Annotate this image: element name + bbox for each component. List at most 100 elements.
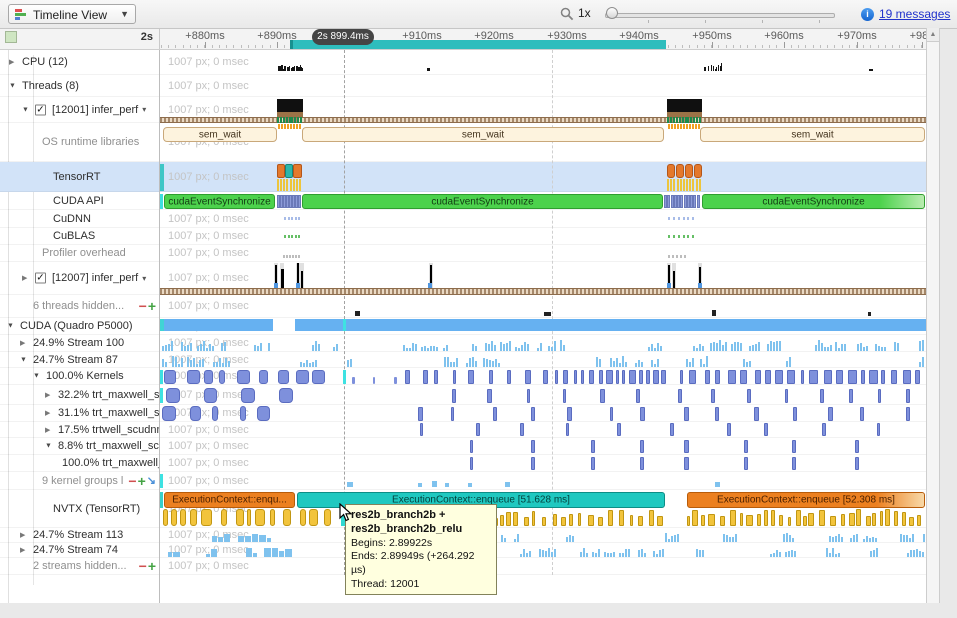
stream-activity-bar[interactable]: [826, 548, 828, 557]
stream-activity-bar[interactable]: [563, 345, 565, 351]
stream-activity-bar[interactable]: [415, 344, 417, 351]
stream-activity-bar[interactable]: [193, 358, 195, 367]
sidebar-item-t12001[interactable]: ▼✓[12001] infer_perf▾: [0, 97, 159, 122]
tick-mark[interactable]: [281, 124, 283, 129]
stream-activity-bar[interactable]: [838, 553, 840, 557]
stream-activity-bar[interactable]: [548, 346, 550, 351]
stream-activity-bar[interactable]: [723, 534, 725, 542]
stream-activity-bar[interactable]: [475, 361, 477, 367]
kernel-event-bar[interactable]: [190, 406, 200, 421]
stream-activity-bar[interactable]: [897, 343, 899, 351]
sidebar-item-profiler[interactable]: Profiler overhead: [0, 245, 159, 261]
kernel-event-bar[interactable]: [270, 509, 275, 526]
stream-activity-bar[interactable]: [725, 342, 727, 351]
stream-activity-bar[interactable]: [913, 550, 915, 557]
kernel-event-bar[interactable]: [744, 440, 748, 453]
tick-mark[interactable]: [296, 179, 298, 191]
stream-activity-bar[interactable]: [674, 535, 676, 542]
kernel-event-bar[interactable]: [903, 370, 910, 384]
tick-mark[interactable]: [690, 117, 692, 123]
stream-activity-bar[interactable]: [520, 554, 522, 557]
stream-activity-bar[interactable]: [545, 551, 547, 557]
stream-activity-bar[interactable]: [318, 344, 320, 351]
kernel-event-bar[interactable]: [640, 407, 645, 421]
stream-activity-bar[interactable]: [729, 537, 731, 542]
stream-activity-bar[interactable]: [648, 347, 650, 351]
tick-mark[interactable]: [298, 255, 300, 258]
stream-activity-bar[interactable]: [789, 357, 791, 367]
stream-activity-bar[interactable]: [175, 357, 177, 367]
stream-activity-bar[interactable]: [268, 343, 270, 351]
stream-activity-bar[interactable]: [580, 552, 582, 557]
remove-icon[interactable]: −: [139, 561, 147, 571]
stream-activity-bar[interactable]: [312, 362, 314, 367]
kernel-event-bar[interactable]: [221, 509, 227, 526]
stream-activity-bar[interactable]: [430, 346, 432, 351]
kernel-event-bar[interactable]: [500, 515, 503, 526]
stream-activity-bar[interactable]: [595, 553, 597, 557]
stream-activity-bar[interactable]: [863, 347, 865, 351]
stream-activity-bar[interactable]: [785, 552, 787, 557]
row-options-caret-icon[interactable]: ▾: [142, 105, 146, 114]
kernel-event-bar[interactable]: [489, 370, 493, 384]
kernel-event-bar[interactable]: [849, 513, 854, 526]
stream-activity-bar[interactable]: [409, 348, 411, 351]
stream-activity-bar[interactable]: [657, 343, 659, 351]
stream-activity-bar[interactable]: [162, 346, 164, 351]
stream-activity-bar[interactable]: [773, 342, 775, 351]
kernel-event-bar[interactable]: [476, 423, 481, 436]
tick-mark[interactable]: [296, 124, 298, 129]
sidebar-item-cudnn[interactable]: CuDNN: [0, 210, 159, 227]
kernel-event-bar[interactable]: [610, 407, 614, 421]
stream-activity-bar[interactable]: [162, 359, 164, 367]
kernel-event-bar[interactable]: [237, 370, 251, 384]
kernel-event-bar[interactable]: [283, 509, 291, 526]
add-icon[interactable]: +: [148, 561, 156, 571]
stream-activity-bar[interactable]: [671, 536, 673, 542]
kernel-event-bar[interactable]: [841, 514, 845, 526]
stream-activity-bar[interactable]: [456, 358, 458, 367]
tick-mark[interactable]: [290, 179, 292, 191]
stream-activity-bar[interactable]: [569, 535, 571, 542]
kernel-event-bar[interactable]: [653, 370, 660, 384]
kernel-event-bar[interactable]: [324, 509, 331, 526]
kernel-event-bar[interactable]: [520, 423, 524, 436]
tick-mark[interactable]: [692, 179, 694, 191]
tick-mark[interactable]: [277, 117, 279, 123]
stream-activity-bar[interactable]: [213, 362, 215, 367]
stream-activity-bar[interactable]: [641, 549, 643, 557]
stream-activity-bar[interactable]: [869, 538, 871, 542]
stream-activity-bar[interactable]: [788, 551, 790, 557]
tick-mark[interactable]: [695, 124, 697, 129]
tick-mark[interactable]: [676, 255, 678, 258]
stream-activity-bar[interactable]: [165, 362, 167, 367]
stream-activity-bar[interactable]: [218, 537, 224, 542]
kernel-event-bar[interactable]: [451, 407, 454, 421]
kernel-event-bar[interactable]: [493, 407, 497, 421]
kernel-event-bar[interactable]: [219, 370, 225, 384]
stream-activity-bar[interactable]: [447, 357, 449, 367]
kernel-event-bar[interactable]: [754, 407, 758, 421]
kernel-event-bar[interactable]: [629, 370, 636, 384]
kernel-event-bar[interactable]: [563, 370, 568, 384]
kernel-event-bar[interactable]: [616, 370, 619, 384]
kernel-event-bar[interactable]: [779, 515, 783, 526]
stream-activity-bar[interactable]: [222, 363, 224, 367]
stream-activity-bar[interactable]: [554, 549, 556, 557]
stream-activity-bar[interactable]: [212, 346, 214, 351]
kernel-event-bar[interactable]: [819, 510, 825, 526]
kernel-event-bar[interactable]: [715, 407, 719, 421]
stream-activity-bar[interactable]: [472, 344, 474, 351]
kernel-event-bar[interactable]: [649, 510, 655, 526]
stream-activity-bar[interactable]: [498, 363, 500, 367]
stream-activity-bar[interactable]: [832, 537, 834, 542]
kernel-event-bar[interactable]: [787, 370, 795, 384]
stream-activity-bar[interactable]: [506, 343, 508, 351]
kernel-event-bar[interactable]: [531, 457, 535, 470]
stream-activity-bar[interactable]: [181, 342, 183, 351]
stream-activity-bar[interactable]: [657, 359, 659, 367]
stream-activity-bar[interactable]: [224, 342, 226, 351]
tick-mark[interactable]: [293, 124, 295, 129]
stream-activity-bar[interactable]: [483, 358, 485, 367]
kernel-event-bar[interactable]: [894, 511, 898, 526]
